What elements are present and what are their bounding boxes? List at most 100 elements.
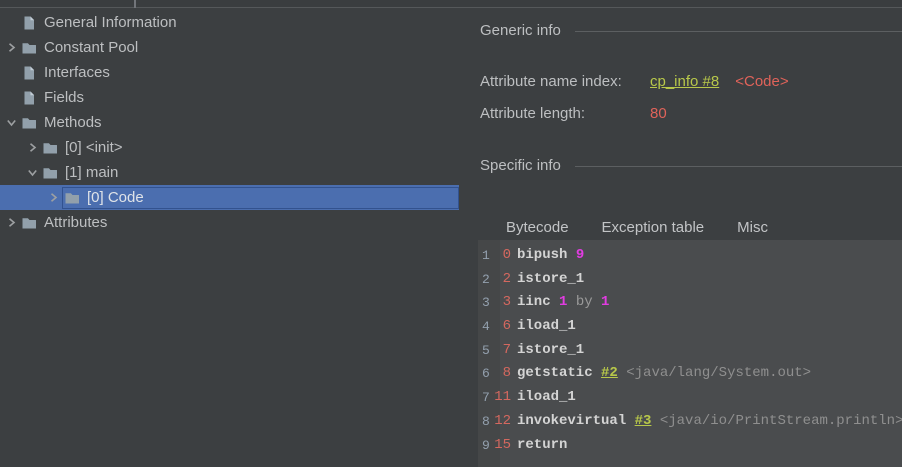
immediate-value: 1 (559, 294, 568, 311)
generic-info-title: Generic info (480, 22, 561, 39)
opcode: bipush (517, 247, 568, 263)
tree-item-interfaces[interactable]: Interfaces (0, 60, 459, 85)
line-number: 1 (482, 248, 490, 263)
tree-item-label: [1] main (65, 164, 119, 181)
constant-comment: <java/io/PrintStream.println> (659, 412, 902, 429)
horizontal-rule (574, 165, 902, 167)
tree-item-0-code[interactable]: [0] Code (0, 185, 459, 210)
tree-item-label: Interfaces (44, 64, 110, 81)
instruction: iload_1 (517, 386, 576, 410)
tree-item-cell: General Information (20, 11, 459, 34)
bytecode-offset: 6 (502, 318, 511, 335)
tree-item-methods[interactable]: Methods (0, 110, 459, 135)
tree-item-label: Methods (44, 114, 102, 131)
bytecode-offset: 15 (494, 436, 511, 453)
constant-pool-link[interactable]: cp_info #8 (650, 73, 719, 90)
opcode: getstatic (517, 365, 593, 382)
bytecode-offset: 3 (502, 294, 511, 311)
opcode: iinc (517, 294, 551, 311)
tree-item-label: Constant Pool (44, 39, 139, 56)
folder-icon (64, 190, 80, 206)
instruction: getstatic #2 <java/lang/System.out> (517, 362, 811, 386)
chevron-collapsed-icon[interactable] (3, 35, 20, 60)
line-number: 2 (482, 271, 490, 287)
toolbar-edge (0, 0, 902, 8)
tree-item-cell: Fields (20, 86, 459, 109)
bytecode-offset: 11 (494, 389, 511, 406)
attribute-label: Attribute length: (480, 105, 586, 122)
folder-icon (42, 165, 58, 181)
tree-item-attributes[interactable]: Attributes (0, 210, 459, 235)
line-number: 8 (482, 413, 490, 429)
horizontal-rule (574, 30, 902, 32)
tree-item-fields[interactable]: Fields (0, 85, 459, 110)
document-icon (21, 15, 37, 31)
generic-info-rows: Attribute name index: cp_info #8 <Code> Att… (480, 72, 900, 136)
tree-item-constant-pool[interactable]: Constant Pool (0, 35, 459, 60)
bytecode-line: 5 7 istore_1 (478, 339, 902, 363)
specific-info-tabs: Bytecode Exception table Misc (480, 213, 786, 243)
line-number: 4 (482, 319, 490, 335)
immediate-value: 1 (601, 294, 610, 311)
constant-comment: <java/lang/System.out> (626, 365, 812, 382)
tab-misc[interactable]: Misc (722, 213, 783, 243)
keyword: by (575, 294, 593, 311)
instruction: istore_1 (517, 339, 584, 363)
constant-pool-link[interactable]: #3 (635, 413, 652, 429)
tree-item-cell: [0] Code (62, 186, 459, 209)
tab-exception-table[interactable]: Exception table (587, 213, 720, 243)
tree-item-0-init[interactable]: [0] <init> (0, 135, 459, 160)
folder-icon (21, 115, 37, 131)
bytecode-line: 9 15 return (478, 434, 902, 458)
bytecode-line: 4 6 iload_1 (478, 315, 902, 339)
immediate-value: 9 (575, 247, 585, 263)
bytecode-line: 2 2 istore_1 (478, 268, 902, 292)
opcode: invokevirtual (517, 412, 627, 429)
instruction: istore_1 (517, 268, 584, 292)
tree-item-1-main[interactable]: [1] main (0, 160, 459, 185)
tree-item-label: [0] Code (87, 189, 144, 206)
chevron-collapsed-icon[interactable] (24, 135, 41, 160)
bytecode-line: 8 12 invokevirtual #3 <java/io/PrintStream… (478, 410, 902, 434)
tab-bytecode[interactable]: Bytecode (491, 213, 584, 243)
opcode: iload_1 (517, 318, 576, 335)
splitter-mark (134, 0, 136, 8)
chevron-collapsed-icon[interactable] (45, 185, 62, 210)
specific-info-title: Specific info (480, 157, 561, 174)
line-number: 6 (482, 366, 490, 382)
folder-icon (42, 140, 58, 156)
tree-item-label: General Information (44, 14, 177, 31)
bytecode-offset: 8 (502, 365, 511, 382)
instruction: return (517, 434, 567, 458)
tree-item-label: [0] <init> (65, 139, 123, 156)
chevron-expanded-icon[interactable] (3, 110, 20, 135)
constant-pool-link[interactable]: #2 (601, 365, 618, 381)
bytecode-line: 6 8 getstatic #2 <java/lang/System.out> (478, 362, 902, 386)
chevron-collapsed-icon[interactable] (3, 210, 20, 235)
bytecode-offset: 12 (494, 412, 511, 429)
bytecode-line: 7 11 iload_1 (478, 386, 902, 410)
chevron-expanded-icon[interactable] (24, 160, 41, 185)
generic-info-row: Attribute name index: cp_info #8 <Code> (480, 72, 900, 91)
attribute-value: 80 (650, 105, 667, 122)
bytecode-offset: 7 (502, 341, 511, 358)
bytecode-offset: 2 (502, 270, 511, 287)
tree-item-cell: Interfaces (20, 61, 459, 84)
bytecode-line: 3 3 iinc 1 by 1 (478, 291, 902, 315)
generic-info-header: Generic info (480, 22, 902, 39)
bytecode-offset: 0 (502, 247, 511, 263)
tree-item-cell: Attributes (20, 211, 459, 234)
tree-item-cell: [0] <init> (41, 136, 459, 159)
instruction: invokevirtual #3 <java/io/PrintStream.pr… (517, 410, 902, 434)
tree-item-cell: Constant Pool (20, 36, 459, 59)
tree-item-general-information[interactable]: General Information (0, 10, 459, 35)
tree-item-label: Attributes (44, 214, 108, 231)
folder-icon (21, 215, 37, 231)
line-number: 5 (482, 342, 490, 358)
opcode: istore_1 (517, 270, 585, 287)
instruction: bipush 9 (517, 244, 584, 268)
class-structure-tree[interactable]: General Information Constant Pool Interfac… (0, 10, 459, 235)
